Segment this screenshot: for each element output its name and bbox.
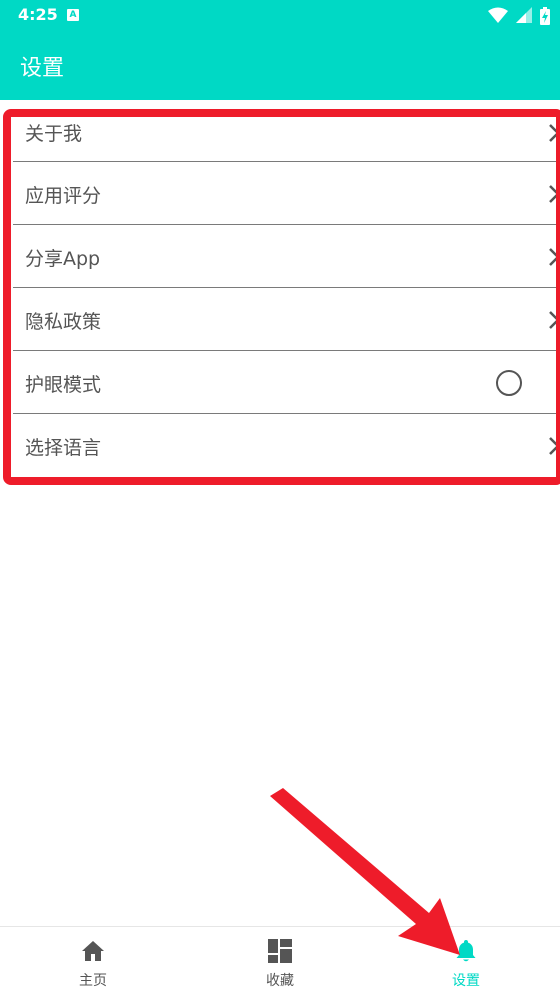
settings-list: 关于我 应用评分 分享App 隐私政策 护眼模式 选择语言 <box>13 116 560 476</box>
home-icon <box>82 941 104 961</box>
nav-label: 主页 <box>79 973 107 989</box>
settings-item-share-app[interactable]: 分享App <box>13 225 560 288</box>
settings-item-about[interactable]: 关于我 <box>13 116 560 162</box>
settings-item-eye-care-mode[interactable]: 护眼模式 <box>13 351 560 414</box>
settings-item-label: 应用评分 <box>25 185 102 207</box>
settings-item-label: 选择语言 <box>25 437 102 459</box>
nav-label: 收藏 <box>266 973 294 989</box>
status-time: 4:25 <box>18 5 58 24</box>
chevron-right-icon <box>549 248 560 266</box>
settings-item-label: 分享App <box>25 248 101 270</box>
app-bar: 设置 <box>0 32 560 100</box>
settings-item-privacy-policy[interactable]: 隐私政策 <box>13 288 560 351</box>
cellular-signal-icon <box>515 7 532 23</box>
status-icons <box>485 7 550 25</box>
nav-item-settings[interactable]: 设置 <box>373 927 559 997</box>
nav-item-favorites[interactable]: 收藏 <box>187 927 373 997</box>
chevron-right-icon <box>549 124 560 142</box>
settings-item-label: 护眼模式 <box>25 374 102 396</box>
settings-item-label: 关于我 <box>25 123 83 145</box>
dashboard-icon <box>268 939 292 963</box>
settings-item-rate-app[interactable]: 应用评分 <box>13 162 560 225</box>
notification-badge-icon: A <box>67 9 79 21</box>
eye-care-radio[interactable] <box>496 370 522 396</box>
chevron-right-icon <box>549 311 560 329</box>
battery-charging-icon <box>540 7 550 25</box>
page-title: 设置 <box>20 56 65 81</box>
bottom-navigation: 主页 收藏 设置 <box>0 926 560 997</box>
wifi-icon <box>487 7 508 23</box>
chevron-right-icon <box>549 185 560 203</box>
settings-item-label: 隐私政策 <box>25 311 102 333</box>
bell-icon <box>456 940 476 962</box>
nav-item-home[interactable]: 主页 <box>0 927 186 997</box>
chevron-right-icon <box>549 437 560 455</box>
status-bar: 4:25 A <box>0 0 560 32</box>
settings-item-select-language[interactable]: 选择语言 <box>13 414 560 476</box>
nav-label: 设置 <box>452 973 480 989</box>
